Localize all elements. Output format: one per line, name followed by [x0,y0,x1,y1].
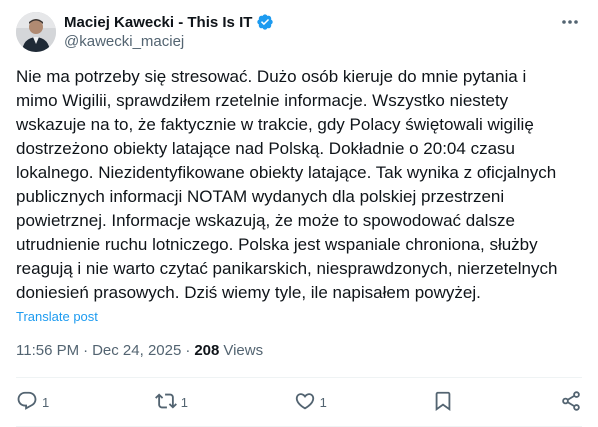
translate-post-link[interactable]: Translate post [16,309,98,324]
tweet: Maciej Kawecki - This Is IT @kawecki_mac… [0,0,598,427]
tweet-time[interactable]: 11:56 PM [16,342,79,359]
views-count: 208 [194,342,220,359]
tweet-text: Nie ma potrzeby się stresować. Dużo osób… [16,67,558,302]
tweet-meta: 11:56 PM · Dec 24, 2025 · 208 Views [16,342,263,359]
reply-count: 1 [42,394,50,410]
share-button[interactable] [560,390,582,415]
action-bar: 1 1 1 [16,378,582,426]
bookmark-icon [432,390,454,415]
heart-icon [294,390,316,415]
share-icon [560,390,582,415]
views-label: Views [223,342,264,359]
avatar[interactable] [16,12,56,52]
bookmark-button[interactable] [432,390,454,415]
repost-button[interactable]: 1 [154,390,189,415]
like-button[interactable]: 1 [294,390,327,415]
verified-badge-icon [256,13,274,31]
author-display-name[interactable]: Maciej Kawecki - This Is IT [64,14,252,31]
repost-icon [154,390,177,415]
reply-button[interactable]: 1 [16,390,49,415]
more-options-icon[interactable] [558,12,582,32]
meta-separator: · [83,342,89,359]
meta-separator: · [185,342,191,359]
like-count: 1 [319,394,327,410]
author-handle[interactable]: @kawecki_maciej [64,33,274,50]
repost-count: 1 [180,394,189,410]
author-block: Maciej Kawecki - This Is IT @kawecki_mac… [64,12,274,50]
reply-icon [16,390,38,415]
tweet-date[interactable]: Dec 24, 2025 [92,342,181,359]
